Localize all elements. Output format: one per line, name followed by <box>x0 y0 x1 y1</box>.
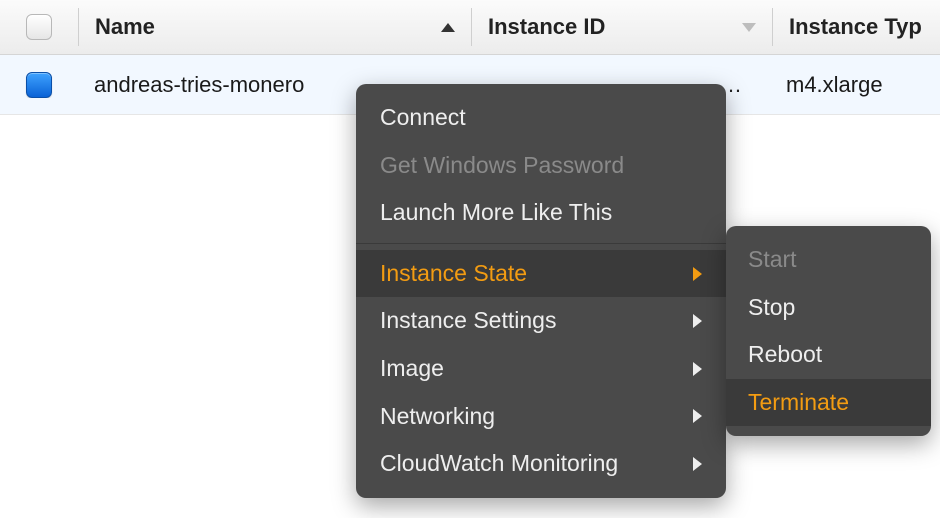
column-label: Instance ID <box>488 14 605 40</box>
table-header: Name Instance ID Instance Typ <box>0 0 940 55</box>
menu-item-label: Launch More Like This <box>380 199 612 227</box>
menu-item-image[interactable]: Image <box>356 345 726 393</box>
sort-icon <box>742 23 756 32</box>
menu-item-label: Connect <box>380 104 466 132</box>
menu-item-label: Instance Settings <box>380 307 556 335</box>
menu-item-label: Stop <box>748 294 795 322</box>
submenu-item-reboot[interactable]: Reboot <box>726 331 931 379</box>
submenu-instance-state: Start Stop Reboot Terminate <box>726 226 931 436</box>
submenu-arrow-icon <box>693 409 702 423</box>
submenu-arrow-icon <box>693 314 702 328</box>
context-menu: Connect Get Windows Password Launch More… <box>356 84 726 498</box>
column-header-instance-id[interactable]: Instance ID <box>472 0 772 54</box>
menu-separator <box>356 243 726 244</box>
menu-item-instance-state[interactable]: Instance State <box>356 250 726 298</box>
menu-item-label: Reboot <box>748 341 822 369</box>
row-checkbox-checked[interactable] <box>26 72 52 98</box>
column-label: Name <box>95 14 155 40</box>
column-header-name[interactable]: Name <box>79 0 471 54</box>
menu-item-instance-settings[interactable]: Instance Settings <box>356 297 726 345</box>
column-header-select[interactable] <box>0 0 78 54</box>
menu-item-connect[interactable]: Connect <box>356 94 726 142</box>
submenu-arrow-icon <box>693 267 702 281</box>
menu-item-cloudwatch-monitoring[interactable]: CloudWatch Monitoring <box>356 440 726 488</box>
menu-item-label: Get Windows Password <box>380 152 624 180</box>
menu-item-label: Image <box>380 355 444 383</box>
row-select-cell[interactable] <box>0 72 78 98</box>
sort-ascending-icon <box>441 23 455 32</box>
menu-item-label: Terminate <box>748 389 849 417</box>
column-header-instance-type[interactable]: Instance Typ <box>773 0 940 54</box>
select-all-checkbox[interactable] <box>26 14 52 40</box>
menu-item-label: Instance State <box>380 260 527 288</box>
menu-item-get-windows-password: Get Windows Password <box>356 142 726 190</box>
column-label: Instance Typ <box>789 14 922 40</box>
submenu-arrow-icon <box>693 362 702 376</box>
menu-item-label: Start <box>748 246 797 274</box>
submenu-arrow-icon <box>693 457 702 471</box>
menu-item-launch-more-like-this[interactable]: Launch More Like This <box>356 189 726 237</box>
menu-item-label: CloudWatch Monitoring <box>380 450 618 478</box>
submenu-item-start: Start <box>726 236 931 284</box>
menu-item-label: Networking <box>380 403 495 431</box>
submenu-item-terminate[interactable]: Terminate <box>726 379 931 427</box>
cell-instance-type: m4.xlarge <box>770 72 940 98</box>
submenu-item-stop[interactable]: Stop <box>726 284 931 332</box>
menu-item-networking[interactable]: Networking <box>356 393 726 441</box>
